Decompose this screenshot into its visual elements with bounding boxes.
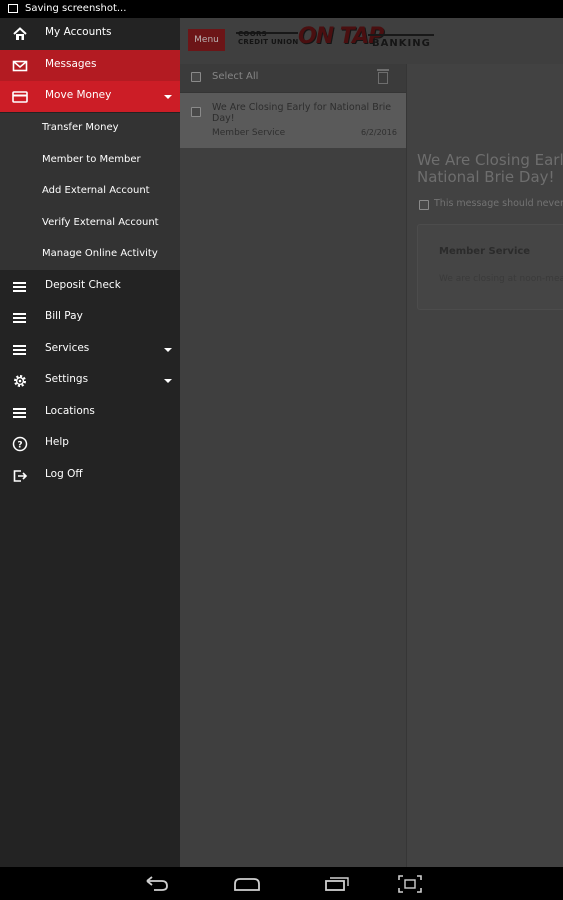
nav-label: Messages — [45, 58, 97, 70]
nav-item-locations[interactable]: Locations — [0, 397, 180, 428]
message-detail-panel: We Are Closing Early National Brie Day! … — [406, 64, 563, 867]
message-list-item[interactable]: We Are Closing Early for National Brie D… — [180, 93, 406, 148]
list-icon — [12, 279, 28, 295]
logo-ontap-text: ON TAP — [298, 24, 384, 49]
nav-item-settings[interactable]: Settings — [0, 365, 180, 396]
home-nav-icon[interactable] — [233, 876, 261, 892]
sub-item-label: Manage Online Activity — [42, 248, 158, 259]
screenshot-icon — [8, 4, 18, 13]
sub-item-label: Add External Account — [42, 185, 150, 196]
sub-item-member-to-member[interactable]: Member to Member — [0, 145, 180, 176]
sub-item-verify-external-account[interactable]: Verify External Account — [0, 208, 180, 239]
nav-item-move-money[interactable]: Move Money — [0, 81, 180, 112]
message-card-body: We are closing at noon-mea — [439, 274, 563, 284]
nav-label: Deposit Check — [45, 279, 121, 291]
logo-banking-text: BANKING — [372, 38, 431, 49]
system-navigation-bar — [0, 867, 563, 900]
nav-item-messages[interactable]: Messages — [0, 50, 180, 81]
message-detail-title-line2: National Brie Day! — [417, 168, 555, 186]
nav-label: Log Off — [45, 468, 83, 480]
nav-label: Help — [45, 436, 69, 448]
logo-coors-text: COORS CREDIT UNION — [238, 30, 299, 46]
nav-label: Settings — [45, 373, 89, 385]
nav-label: My Accounts — [45, 26, 112, 38]
message-card-sender: Member Service — [439, 246, 531, 257]
move-money-submenu: Transfer Money Member to Member Add Exte… — [0, 113, 180, 270]
status-notification: Saving screenshot... — [25, 3, 127, 14]
message-card: Member Service We are closing at noon-me… — [417, 224, 563, 310]
app-window: Menu COORS CREDIT UNION ON TAP BANKING S… — [0, 18, 563, 867]
message-detail-title: We Are Closing Early National Brie Day! — [417, 152, 563, 186]
nav-item-services[interactable]: Services — [0, 334, 180, 365]
chevron-down-icon — [164, 379, 172, 383]
sub-item-label: Member to Member — [42, 154, 141, 165]
logout-icon — [13, 470, 28, 482]
nav-label: Locations — [45, 405, 95, 417]
nav-item-help[interactable]: ? Help — [0, 428, 180, 459]
message-detail-title-line1: We Are Closing Early — [417, 151, 563, 169]
nav-label: Move Money — [45, 89, 112, 101]
logo-rule-right — [368, 34, 434, 36]
nav-item-bill-pay[interactable]: Bill Pay — [0, 302, 180, 333]
nav-item-my-accounts[interactable]: My Accounts — [0, 18, 180, 49]
list-icon — [12, 342, 28, 358]
list-icon — [12, 310, 28, 326]
nav-label: Bill Pay — [45, 310, 83, 322]
select-all-checkbox[interactable] — [191, 72, 201, 82]
message-list-header: Select All — [180, 64, 406, 93]
select-all-label[interactable]: Select All — [212, 71, 258, 82]
message-list-panel: Select All We Are Closing Early for Nati… — [180, 64, 406, 867]
list-icon — [12, 405, 28, 421]
recent-apps-icon[interactable] — [324, 876, 350, 892]
chevron-down-icon — [164, 348, 172, 352]
mail-icon — [12, 60, 28, 72]
message-title: We Are Closing Early for National Brie D… — [212, 102, 392, 124]
nav-label: Services — [45, 342, 90, 354]
app-header: Menu COORS CREDIT UNION ON TAP BANKING — [180, 18, 563, 64]
message-sender: Member Service — [212, 128, 286, 138]
help-icon: ? — [12, 436, 28, 452]
message-date: 6/2/2016 — [361, 128, 397, 137]
chevron-down-icon — [164, 95, 172, 99]
message-checkbox[interactable] — [191, 107, 201, 117]
sub-item-transfer-money[interactable]: Transfer Money — [0, 113, 180, 144]
never-delete-label: This message should never e — [434, 198, 563, 209]
status-bar: Saving screenshot... — [0, 0, 563, 18]
sub-item-add-external-account[interactable]: Add External Account — [0, 176, 180, 207]
back-icon[interactable] — [144, 876, 170, 892]
sub-item-label: Verify External Account — [42, 217, 159, 228]
svg-text:?: ? — [17, 441, 22, 451]
sub-item-label: Transfer Money — [42, 122, 119, 133]
trash-icon[interactable] — [377, 69, 389, 84]
screenshot-nav-icon[interactable] — [398, 875, 422, 893]
navigation-drawer: My Accounts Messages Move Money Transfer… — [0, 18, 180, 867]
card-icon — [12, 91, 28, 103]
home-icon — [13, 27, 27, 40]
sub-item-manage-online-activity[interactable]: Manage Online Activity — [0, 239, 180, 270]
menu-button[interactable]: Menu — [188, 29, 225, 51]
nav-item-deposit-check[interactable]: Deposit Check — [0, 271, 180, 302]
gear-icon — [14, 375, 26, 387]
nav-item-log-off[interactable]: Log Off — [0, 460, 180, 491]
never-delete-checkbox[interactable] — [419, 200, 429, 210]
